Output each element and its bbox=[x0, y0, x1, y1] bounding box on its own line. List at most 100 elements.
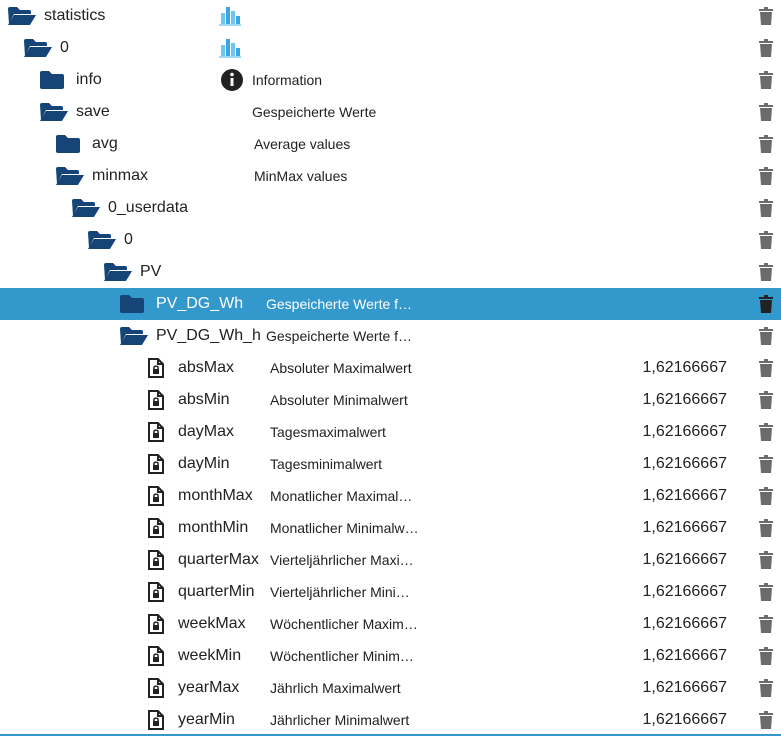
tree-row-description: Absoluter Maximalwert bbox=[270, 360, 412, 376]
tree-row-pv-dg-wh-h[interactable]: PV_DG_Wh_h Gespeicherte Werte f… bbox=[0, 320, 781, 352]
tree-row-description: Information bbox=[252, 72, 323, 88]
tree-row-absmax[interactable]: absMax Absoluter Maximalwert 1,62166667 bbox=[0, 352, 781, 384]
tree-row-name: quarterMin bbox=[178, 583, 255, 600]
tree-row-value: 1,62166667 bbox=[642, 455, 727, 472]
delete-icon[interactable] bbox=[758, 288, 774, 320]
tree-row-description: Monatlicher Minimalw… bbox=[270, 520, 419, 536]
delete-icon[interactable] bbox=[758, 640, 774, 672]
tree-row-description: Vierteljährlicher Mini… bbox=[270, 584, 410, 600]
tree-row-yearmin[interactable]: yearMin Jährlicher Minimalwert 1,62166667 bbox=[0, 704, 781, 736]
file-lock-icon bbox=[148, 640, 164, 672]
tree-row-0[interactable]: 0 bbox=[0, 32, 781, 64]
tree-row-absmin[interactable]: absMin Absoluter Minimalwert 1,62166667 bbox=[0, 384, 781, 416]
tree-row-description: Wöchentlicher Maxim… bbox=[270, 616, 418, 632]
tree-row-description: Gespeicherte Werte f… bbox=[266, 296, 413, 312]
tree-row-name: yearMin bbox=[178, 711, 235, 728]
tree-row-name: PV_DG_Wh bbox=[156, 295, 244, 312]
folder-open-icon bbox=[56, 160, 84, 192]
tree-row-name: weekMin bbox=[178, 647, 242, 664]
folder-closed-icon bbox=[40, 64, 64, 96]
tree-row-description: Tagesminimalwert bbox=[270, 456, 383, 472]
tree-row-minmax[interactable]: minmax MinMax values bbox=[0, 160, 781, 192]
tree-row-0[interactable]: 0 bbox=[0, 224, 781, 256]
tree-row-info[interactable]: info Information bbox=[0, 64, 781, 96]
file-lock-icon bbox=[148, 480, 164, 512]
tree-row-quartermax[interactable]: quarterMax Vierteljährlicher Maxi… 1,62166… bbox=[0, 544, 781, 576]
delete-icon[interactable] bbox=[758, 32, 774, 64]
delete-icon[interactable] bbox=[758, 384, 774, 416]
folder-closed-icon bbox=[120, 288, 144, 320]
tree-row-value: 1,62166667 bbox=[642, 583, 727, 600]
tree-row-name: weekMax bbox=[178, 615, 246, 632]
delete-icon[interactable] bbox=[758, 480, 774, 512]
tree-row-avg[interactable]: avg Average values bbox=[0, 128, 781, 160]
tree-row-description: Absoluter Minimalwert bbox=[270, 392, 408, 408]
delete-icon[interactable] bbox=[758, 224, 774, 256]
tree-row-description: Jährlich Maximalwert bbox=[270, 680, 401, 696]
delete-icon[interactable] bbox=[758, 416, 774, 448]
delete-icon[interactable] bbox=[758, 704, 774, 736]
tree-row-value: 1,62166667 bbox=[642, 647, 727, 664]
delete-icon[interactable] bbox=[758, 160, 774, 192]
tree-row-name: PV_DG_Wh_h bbox=[156, 327, 261, 344]
tree-row-name: 0_userdata bbox=[108, 199, 189, 216]
tree-row-name: absMax bbox=[178, 359, 235, 376]
tree-row-value: 1,62166667 bbox=[642, 391, 727, 408]
tree-row-weekmin[interactable]: weekMin Wöchentlicher Minim… 1,62166667 bbox=[0, 640, 781, 672]
delete-icon[interactable] bbox=[758, 512, 774, 544]
tree-row-daymax[interactable]: dayMax Tagesmaximalwert 1,62166667 bbox=[0, 416, 781, 448]
delete-icon[interactable] bbox=[758, 0, 774, 32]
delete-icon[interactable] bbox=[758, 256, 774, 288]
delete-icon[interactable] bbox=[758, 544, 774, 576]
tree-row-name: 0 bbox=[60, 39, 69, 56]
tree-row-pv[interactable]: PV bbox=[0, 256, 781, 288]
tree-row-description: Vierteljährlicher Maxi… bbox=[270, 552, 414, 568]
file-lock-icon bbox=[148, 672, 164, 704]
tree-row-name: save bbox=[76, 103, 110, 120]
tree-row-name: 0 bbox=[124, 231, 133, 248]
tree-row-name: avg bbox=[92, 135, 118, 152]
chart-icon bbox=[218, 32, 242, 64]
delete-icon[interactable] bbox=[758, 448, 774, 480]
file-lock-icon bbox=[148, 352, 164, 384]
tree-row-description: Jährlicher Minimalwert bbox=[270, 712, 410, 728]
delete-icon[interactable] bbox=[758, 608, 774, 640]
folder-open-icon bbox=[72, 192, 100, 224]
tree-row-weekmax[interactable]: weekMax Wöchentlicher Maxim… 1,62166667 bbox=[0, 608, 781, 640]
delete-icon[interactable] bbox=[758, 128, 774, 160]
delete-icon[interactable] bbox=[758, 352, 774, 384]
delete-icon[interactable] bbox=[758, 192, 774, 224]
file-lock-icon bbox=[148, 384, 164, 416]
tree-row-name: statistics bbox=[44, 7, 106, 24]
tree-row-daymin[interactable]: dayMin Tagesminimalwert 1,62166667 bbox=[0, 448, 781, 480]
tree-row-name: absMin bbox=[178, 391, 230, 408]
delete-icon[interactable] bbox=[758, 576, 774, 608]
tree-row-statistics[interactable]: statistics bbox=[0, 0, 781, 32]
tree-row-quartermin[interactable]: quarterMin Vierteljährlicher Mini… 1,62166… bbox=[0, 576, 781, 608]
tree-row-value: 1,62166667 bbox=[642, 711, 727, 728]
delete-icon[interactable] bbox=[758, 96, 774, 128]
tree-row-monthmin[interactable]: monthMin Monatlicher Minimalw… 1,62166667 bbox=[0, 512, 781, 544]
tree-row-pv-dg-wh[interactable]: PV_DG_Wh Gespeicherte Werte f… bbox=[0, 288, 781, 320]
tree-row-value: 1,62166667 bbox=[642, 423, 727, 440]
folder-closed-icon bbox=[56, 128, 80, 160]
tree-row-yearmax[interactable]: yearMax Jährlich Maximalwert 1,62166667 bbox=[0, 672, 781, 704]
tree-row-value: 1,62166667 bbox=[642, 487, 727, 504]
tree-row-name: info bbox=[76, 71, 102, 88]
tree-row-save[interactable]: save Gespeicherte Werte bbox=[0, 96, 781, 128]
folder-open-icon bbox=[88, 224, 116, 256]
tree-row-name: minmax bbox=[92, 167, 149, 184]
delete-icon[interactable] bbox=[758, 672, 774, 704]
delete-icon[interactable] bbox=[758, 64, 774, 96]
tree-row-name: quarterMax bbox=[178, 551, 259, 568]
tree-row-value: 1,62166667 bbox=[642, 359, 727, 376]
tree-row-monthmax[interactable]: monthMax Monatlicher Maximal… 1,62166667 bbox=[0, 480, 781, 512]
tree-row-name: dayMax bbox=[178, 423, 235, 440]
tree-row-0-userdata[interactable]: 0_userdata bbox=[0, 192, 781, 224]
file-lock-icon bbox=[148, 512, 164, 544]
tree-row-description: MinMax values bbox=[254, 168, 348, 184]
delete-icon[interactable] bbox=[758, 320, 774, 352]
file-lock-icon bbox=[148, 544, 164, 576]
tree-row-description: Gespeicherte Werte bbox=[252, 104, 377, 120]
object-tree: statistics 0 info Information save Gespeicher… bbox=[0, 0, 781, 736]
